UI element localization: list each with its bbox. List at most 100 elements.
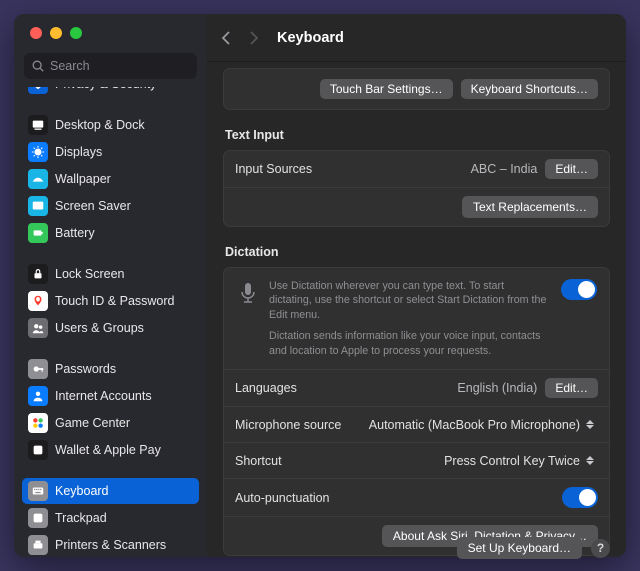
sidebar-icon bbox=[28, 359, 48, 379]
languages-label: Languages bbox=[235, 381, 457, 395]
dictation-description-row: Use Dictation wherever you can type text… bbox=[224, 268, 609, 370]
sidebar-item-battery[interactable]: Battery bbox=[22, 220, 199, 246]
sidebar-item-game-center[interactable]: Game Center bbox=[22, 410, 199, 436]
sidebar-icon bbox=[28, 386, 48, 406]
text-replacements-row: Text Replacements… bbox=[224, 188, 609, 226]
sidebar-item-lock-screen[interactable]: Lock Screen bbox=[22, 261, 199, 287]
stepper-icon bbox=[586, 417, 598, 433]
sidebar-item-desktop-dock[interactable]: Desktop & Dock bbox=[22, 112, 199, 138]
input-sources-value: ABC – India bbox=[471, 162, 538, 176]
shortcut-row: Shortcut Press Control Key Twice bbox=[224, 443, 609, 479]
sidebar-item-wallet-apple-pay[interactable]: Wallet & Apple Pay bbox=[22, 437, 199, 463]
close-button[interactable] bbox=[30, 27, 42, 39]
sidebar-icon bbox=[28, 291, 48, 311]
sidebar-item-label: Game Center bbox=[55, 416, 130, 430]
microphone-icon bbox=[236, 281, 260, 310]
mic-source-label: Microphone source bbox=[235, 418, 369, 432]
stepper-icon bbox=[586, 453, 598, 469]
page-title: Keyboard bbox=[277, 30, 344, 46]
languages-row: Languages English (India) Edit… bbox=[224, 370, 609, 407]
sidebar-item-trackpad[interactable]: Trackpad bbox=[22, 505, 199, 531]
nav-arrows bbox=[221, 31, 259, 45]
sidebar-icon bbox=[28, 223, 48, 243]
touch-bar-settings-button[interactable]: Touch Bar Settings… bbox=[320, 79, 453, 99]
mic-source-select[interactable]: Automatic (MacBook Pro Microphone) bbox=[369, 417, 598, 433]
keyboard-shortcuts-button[interactable]: Keyboard Shortcuts… bbox=[461, 79, 598, 99]
languages-value: English (India) bbox=[457, 381, 537, 395]
sidebar-icon bbox=[28, 481, 48, 501]
forward-button[interactable] bbox=[250, 31, 259, 45]
sidebar-icon bbox=[28, 87, 48, 94]
sidebar-item-keyboard[interactable]: Keyboard bbox=[22, 478, 199, 504]
sidebar-item-label: Internet Accounts bbox=[55, 389, 152, 403]
text-input-title: Text Input bbox=[225, 128, 610, 142]
shortcut-label: Shortcut bbox=[235, 454, 444, 468]
sidebar-item-label: Wallet & Apple Pay bbox=[55, 443, 161, 457]
minimize-button[interactable] bbox=[50, 27, 62, 39]
sidebar-item-label: Keyboard bbox=[55, 484, 109, 498]
footer: Set Up Keyboard… ? bbox=[457, 537, 610, 559]
sidebar-item-label: Screen Saver bbox=[55, 199, 131, 213]
content-scroll[interactable]: Touch Bar Settings… Keyboard Shortcuts… … bbox=[207, 62, 626, 557]
mic-source-row: Microphone source Automatic (MacBook Pro… bbox=[224, 407, 609, 443]
sidebar: Search Privacy & Security Desktop & Dock D… bbox=[14, 14, 207, 557]
text-replacements-button[interactable]: Text Replacements… bbox=[462, 196, 598, 218]
sidebar-icon bbox=[28, 318, 48, 338]
help-button[interactable]: ? bbox=[591, 539, 610, 558]
window-controls bbox=[14, 14, 207, 49]
sidebar-icon bbox=[28, 440, 48, 460]
dictation-card: Use Dictation wherever you can type text… bbox=[223, 267, 610, 556]
sidebar-icon bbox=[28, 535, 48, 555]
top-buttons-panel: Touch Bar Settings… Keyboard Shortcuts… bbox=[223, 68, 610, 110]
sidebar-item-passwords[interactable]: Passwords bbox=[22, 356, 199, 382]
dictation-description: Use Dictation wherever you can type text… bbox=[269, 279, 549, 358]
auto-punctuation-label: Auto-punctuation bbox=[235, 491, 550, 505]
sidebar-icon bbox=[28, 196, 48, 216]
sidebar-item-label: Desktop & Dock bbox=[55, 118, 145, 132]
sidebar-item-label: Touch ID & Password bbox=[55, 294, 175, 308]
sidebar-item-label: Passwords bbox=[55, 362, 116, 376]
sidebar-item-label: Lock Screen bbox=[55, 267, 124, 281]
sidebar-item-internet-accounts[interactable]: Internet Accounts bbox=[22, 383, 199, 409]
content-header: Keyboard bbox=[207, 14, 626, 62]
sidebar-item-printers-scanners[interactable]: Printers & Scanners bbox=[22, 532, 199, 557]
sidebar-item-label: Privacy & Security bbox=[55, 87, 156, 91]
sidebar-icon bbox=[28, 508, 48, 528]
set-up-keyboard-button[interactable]: Set Up Keyboard… bbox=[457, 537, 582, 559]
search-placeholder: Search bbox=[50, 59, 90, 73]
search-input[interactable]: Search bbox=[24, 53, 197, 79]
auto-punctuation-row: Auto-punctuation bbox=[224, 479, 609, 517]
sidebar-icon bbox=[28, 142, 48, 162]
sidebar-item-wallpaper[interactable]: Wallpaper bbox=[22, 166, 199, 192]
sidebar-item-label: Printers & Scanners bbox=[55, 538, 166, 552]
sidebar-item-label: Displays bbox=[55, 145, 102, 159]
input-sources-row: Input Sources ABC – India Edit… bbox=[224, 151, 609, 188]
sidebar-item-label: Battery bbox=[55, 226, 95, 240]
sidebar-item-displays[interactable]: Displays bbox=[22, 139, 199, 165]
sidebar-item-label: Users & Groups bbox=[55, 321, 144, 335]
shortcut-select[interactable]: Press Control Key Twice bbox=[444, 453, 598, 469]
sidebar-item-label: Wallpaper bbox=[55, 172, 111, 186]
sidebar-list: Privacy & Security Desktop & Dock Displays… bbox=[14, 87, 207, 557]
system-settings-window: Search Privacy & Security Desktop & Dock D… bbox=[14, 14, 626, 557]
dictation-toggle[interactable] bbox=[561, 279, 597, 300]
sidebar-item-touch-id-password[interactable]: Touch ID & Password bbox=[22, 288, 199, 314]
sidebar-item-privacy-security[interactable]: Privacy & Security bbox=[22, 87, 199, 97]
zoom-button[interactable] bbox=[70, 27, 82, 39]
sidebar-icon bbox=[28, 169, 48, 189]
sidebar-icon bbox=[28, 115, 48, 135]
sidebar-item-screen-saver[interactable]: Screen Saver bbox=[22, 193, 199, 219]
input-sources-edit-button[interactable]: Edit… bbox=[545, 159, 598, 179]
sidebar-icon bbox=[28, 413, 48, 433]
dictation-title: Dictation bbox=[225, 245, 610, 259]
sidebar-item-users-groups[interactable]: Users & Groups bbox=[22, 315, 199, 341]
search-icon bbox=[31, 59, 45, 73]
auto-punctuation-toggle[interactable] bbox=[562, 487, 598, 508]
languages-edit-button[interactable]: Edit… bbox=[545, 378, 598, 398]
back-button[interactable] bbox=[221, 31, 230, 45]
input-sources-label: Input Sources bbox=[235, 162, 471, 176]
text-input-card: Input Sources ABC – India Edit… Text Rep… bbox=[223, 150, 610, 227]
sidebar-icon bbox=[28, 264, 48, 284]
sidebar-item-label: Trackpad bbox=[55, 511, 107, 525]
content-area: Keyboard Touch Bar Settings… Keyboard Sh… bbox=[207, 14, 626, 557]
